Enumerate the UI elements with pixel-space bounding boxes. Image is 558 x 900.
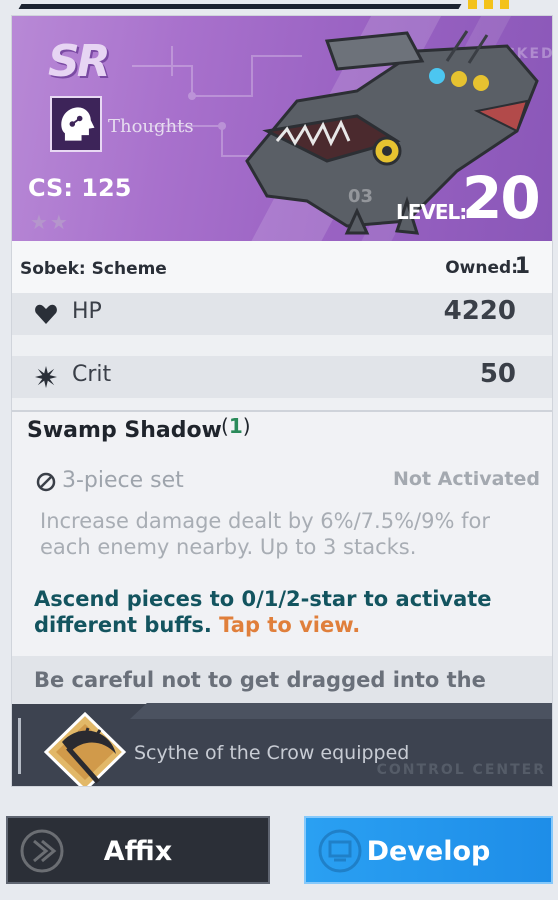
crit-burst-icon [35, 366, 57, 388]
level-label: LEVEL: [396, 200, 467, 224]
set-count-close: ) [242, 414, 251, 438]
star-rating: ★★ [30, 210, 70, 234]
stat-row-crit: Crit 50 [12, 356, 552, 398]
set-count-value: 1 [228, 414, 243, 438]
top-dash-decoration [484, 0, 493, 9]
affix-button[interactable]: Affix [6, 816, 270, 884]
name-row: Sobek: Scheme Owned: 1 [12, 241, 552, 293]
activation-status: Not Activated [393, 468, 540, 490]
serial-number: 03 [348, 186, 374, 207]
develop-button[interactable]: Develop [304, 816, 553, 884]
equipped-bar[interactable]: Scythe of the Crow equipped CONTROL CENT… [12, 703, 552, 786]
level-value: 20 [462, 164, 541, 232]
set-piece-row: 3-piece set Not Activated [34, 468, 544, 498]
flavor-text: Be careful not to get dragged into the [34, 668, 486, 692]
top-decoration [0, 0, 558, 16]
heart-icon [35, 304, 57, 324]
memory-card: SR Thoughts CS: 125 ★★ LOCKED 03 LEVEL: … [12, 16, 552, 786]
combat-score: CS: 125 [28, 174, 132, 202]
equipped-weapon-label: Scythe of the Crow equipped [134, 742, 410, 764]
stat-row-hp: HP 4220 [12, 293, 552, 335]
top-dash-decoration [468, 0, 477, 9]
ascend-hint: Ascend pieces to 0/1/2-star to activate … [34, 586, 544, 638]
memory-name: Sobek: Scheme [20, 259, 167, 279]
piece-requirement: 3-piece set [62, 468, 184, 493]
thoughts-icon [50, 96, 102, 152]
stat-label: HP [72, 299, 102, 324]
stat-value: 4220 [443, 296, 516, 326]
owned-count: 1 [514, 254, 530, 279]
stat-value: 50 [479, 359, 516, 389]
card-banner: SR Thoughts CS: 125 ★★ LOCKED 03 LEVEL: … [12, 16, 552, 241]
equip-bar-notch [130, 703, 552, 719]
set-count: (1) [221, 414, 251, 438]
scythe-of-the-crow-icon [43, 712, 127, 786]
stat-label: Crit [72, 362, 112, 387]
rarity-badge: SR [48, 36, 111, 87]
level-display: LEVEL: 20 [396, 164, 546, 234]
develop-button-label: Develop [366, 836, 491, 867]
category-label: Thoughts [108, 116, 194, 137]
control-center-watermark: CONTROL CENTER [376, 762, 546, 778]
owned-label: Owned: [445, 258, 518, 278]
set-bonus-panel[interactable]: Swamp Shadow (1) 3-piece set Not Activat… [12, 412, 552, 704]
set-description: Increase damage dealt by 6%/7.5%/9% for … [40, 509, 490, 559]
set-count-open: ( [221, 414, 229, 438]
affix-button-label: Affix [103, 836, 173, 867]
tap-to-view-link[interactable]: Tap to view. [219, 613, 360, 637]
top-dash-decoration [500, 0, 509, 9]
head-profile-icon [61, 107, 95, 141]
not-activated-icon [36, 472, 56, 492]
set-name: Swamp Shadow [27, 418, 222, 443]
top-bar-decoration [18, 4, 462, 9]
equip-bar-edge [18, 718, 21, 774]
